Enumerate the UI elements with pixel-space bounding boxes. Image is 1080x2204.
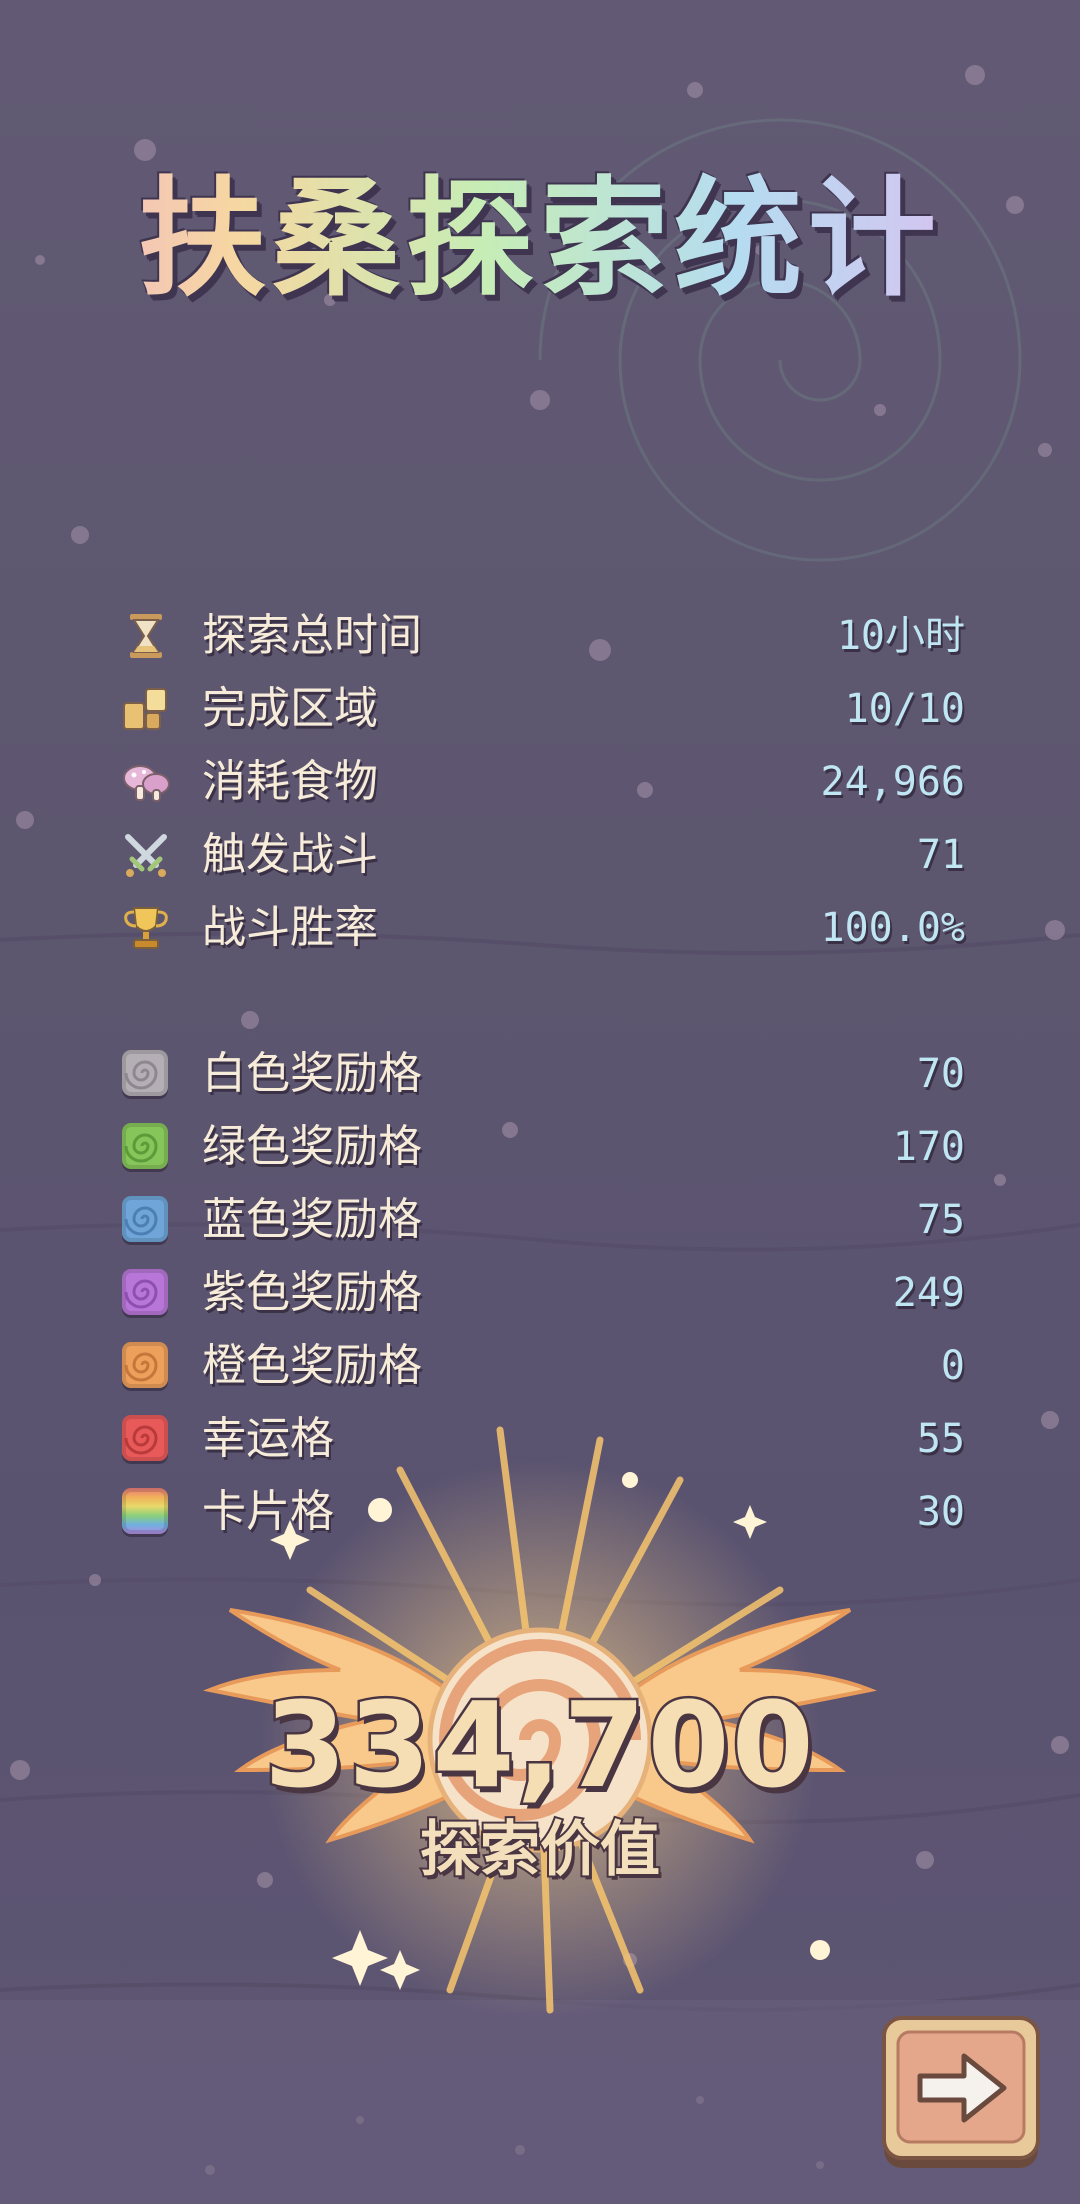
page-title: 扶桑探索统计 bbox=[0, 165, 1080, 315]
trophy-icon bbox=[124, 907, 168, 949]
blue-reward-tile-icon bbox=[122, 1196, 168, 1242]
stat-value: 71 bbox=[916, 832, 965, 878]
reward-label: 橙色奖励格 bbox=[202, 1340, 422, 1391]
right-arrow-icon bbox=[882, 2016, 1040, 2168]
exploration-summary-screen: 扶桑探索统计 探索总时间 10小时 完成区域 10/10 消耗食物 24,966… bbox=[0, 0, 1080, 2204]
stat-row-battles-triggered: 触发战斗 71 bbox=[120, 823, 965, 887]
stat-label: 消耗食物 bbox=[202, 756, 378, 807]
stat-value: 100.0% bbox=[820, 905, 966, 951]
exploration-value-label: 探索价值 bbox=[418, 1813, 662, 1887]
reward-label: 蓝色奖励格 bbox=[202, 1194, 422, 1245]
reward-row-purple: 紫色奖励格 249 bbox=[120, 1261, 965, 1325]
white-reward-tile-icon bbox=[122, 1050, 168, 1096]
crossed-swords-icon bbox=[125, 834, 167, 877]
reward-row-white: 白色奖励格 70 bbox=[120, 1042, 965, 1106]
reward-label: 绿色奖励格 bbox=[202, 1121, 422, 1172]
hourglass-icon bbox=[130, 614, 162, 658]
reward-value: 70 bbox=[916, 1051, 965, 1097]
green-reward-tile-icon bbox=[122, 1123, 168, 1169]
stat-label: 战斗胜率 bbox=[202, 902, 378, 953]
card-tile-icon bbox=[122, 1488, 168, 1534]
reward-row-blue: 蓝色奖励格 75 bbox=[120, 1188, 965, 1252]
reward-value: 75 bbox=[916, 1197, 965, 1243]
exploration-value-number: 334,700 bbox=[262, 1676, 816, 1814]
reward-label: 紫色奖励格 bbox=[202, 1267, 422, 1318]
reward-value: 30 bbox=[916, 1489, 965, 1535]
reward-label: 白色奖励格 bbox=[202, 1048, 422, 1099]
map-tiles-icon bbox=[123, 688, 167, 730]
reward-value: 55 bbox=[916, 1416, 965, 1462]
reward-value: 170 bbox=[892, 1124, 965, 1170]
reward-row-orange: 橙色奖励格 0 bbox=[120, 1334, 965, 1398]
stat-row-food-consumed: 消耗食物 24,966 bbox=[120, 750, 965, 814]
stat-row-areas-completed: 完成区域 10/10 bbox=[120, 677, 965, 741]
lucky-tile-icon bbox=[122, 1415, 168, 1461]
stat-label: 触发战斗 bbox=[202, 829, 378, 880]
reward-value: 249 bbox=[892, 1270, 965, 1316]
stat-label: 完成区域 bbox=[202, 683, 378, 734]
stat-value: 24,966 bbox=[820, 759, 966, 805]
stat-value: 10小时 bbox=[836, 613, 965, 659]
reward-value: 0 bbox=[940, 1343, 965, 1389]
mushroom-food-icon bbox=[123, 765, 170, 802]
stat-label: 探索总时间 bbox=[202, 610, 422, 661]
reward-row-green: 绿色奖励格 170 bbox=[120, 1115, 965, 1179]
stat-value: 10/10 bbox=[844, 686, 965, 732]
stat-row-win-rate: 战斗胜率 100.0% bbox=[120, 896, 965, 960]
orange-reward-tile-icon bbox=[122, 1342, 168, 1388]
purple-reward-tile-icon bbox=[122, 1269, 168, 1315]
stat-row-total-time: 探索总时间 10小时 bbox=[120, 604, 965, 668]
next-button[interactable] bbox=[880, 2016, 1042, 2172]
